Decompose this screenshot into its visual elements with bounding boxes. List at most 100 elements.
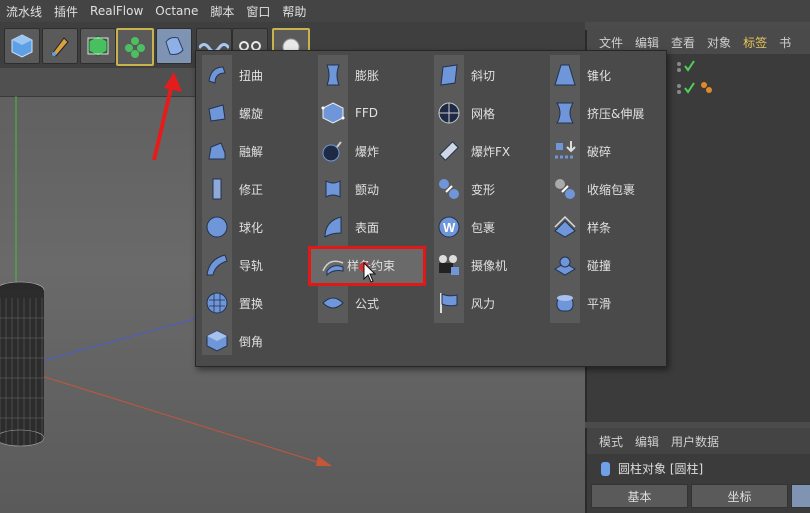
deformer-surface[interactable]: 表面 [319,211,429,243]
cloner-icon [125,37,145,58]
shrink-wrap-icon [551,175,579,203]
bomb-icon [319,137,347,165]
deformer-melt[interactable]: 融解 [203,135,313,167]
deformer-bevel[interactable]: 倒角 [203,325,313,357]
deformer-shatter[interactable]: 破碎 [551,135,661,167]
x-axis-arrow [316,456,332,466]
melt-icon [203,137,231,165]
tab-user-data[interactable]: 用户数据 [671,433,719,450]
sphere-icon [203,213,231,241]
rail-icon [203,251,231,279]
deformer-explosion-fx[interactable]: 爆炸FX [435,135,545,167]
deformer-spline[interactable]: 样条 [551,211,661,243]
deformer-jiggle[interactable]: 颤动 [319,173,429,205]
menu-help[interactable]: 帮助 [282,3,312,20]
attribute-manager-tabs: 模式 编辑 用户数据 [587,428,810,454]
tab-view[interactable]: 查看 [671,34,695,51]
deformer-bulge[interactable]: 膨胀 [319,59,429,91]
attribute-object-label: 圆柱对象 [圆柱] [618,462,704,476]
deformer-displacer[interactable]: 置换 [203,287,313,319]
deformer-formula[interactable]: 公式 [319,287,429,319]
cylinder-object [0,281,45,447]
deformer-dropdown: 扭曲 螺旋 融解 修正 球化 导轨 置换 倒角 膨胀 FFD 爆炸 颤动 表面 … [195,50,667,367]
shatter-icon [551,137,579,165]
pen-icon [51,37,69,57]
deformer-correction[interactable]: 修正 [203,173,313,205]
tab-attr-edit[interactable]: 编辑 [635,433,659,450]
deformer-smoothing[interactable]: 平滑 [551,287,661,319]
camera-icon [435,251,463,279]
smoothing-icon [551,289,579,317]
twist-icon [203,99,231,127]
tab-file[interactable]: 文件 [599,34,623,51]
tab-tags[interactable]: 标签 [743,34,767,51]
deformer-button[interactable] [156,28,192,64]
tab-coord[interactable]: 坐标 [691,484,788,508]
deformer-bend[interactable]: 扭曲 [203,59,313,91]
morph-icon [435,175,463,203]
wind-flag-icon [435,289,463,317]
menu-window[interactable]: 窗口 [246,3,276,20]
bend-icon [203,61,231,89]
deformer-icon [165,37,184,55]
ffd-icon [319,99,347,127]
shear-icon [435,61,463,89]
deformer-ffd[interactable]: FFD [319,97,429,129]
taper-icon [551,61,579,89]
deformer-squash-stretch[interactable]: 挤压&伸展 [551,97,661,129]
red-annotation-arrow [152,72,182,161]
subdivision-icon [87,35,109,57]
spline-icon [551,213,579,241]
subdivision-button[interactable] [80,28,116,64]
collision-icon [551,251,579,279]
tab-edit[interactable]: 编辑 [635,34,659,51]
deformer-shear[interactable]: 斜切 [435,59,545,91]
spline-wrap-icon [319,251,347,279]
wrap-icon: W [435,213,463,241]
mesh-icon [435,99,463,127]
attribute-manager: 模式 编辑 用户数据 圆柱对象 [圆柱] 基本 坐标 [585,428,810,513]
cursor-icon [359,261,377,283]
svg-text:W: W [443,220,456,235]
tab-extra[interactable] [791,484,810,508]
formula-icon [319,289,347,317]
displacer-icon [203,289,231,317]
tab-object[interactable]: 对象 [707,34,731,51]
tab-bookmarks[interactable]: 书 [779,34,791,51]
cube-button[interactable] [4,28,40,64]
z-axis-line [15,315,206,369]
menu-bar: 流水线 插件 RealFlow Octane 脚本 窗口 帮助 [0,0,810,22]
bulge-icon [319,61,347,89]
menu-realflow[interactable]: RealFlow [90,4,149,18]
deformer-shrink-wrap[interactable]: 收缩包裹 [551,173,661,205]
deformer-morph[interactable]: 变形 [435,173,545,205]
tnt-icon [435,137,463,165]
deformer-wrap[interactable]: W 包裹 [435,211,545,243]
tab-mode[interactable]: 模式 [599,433,623,450]
cube-icon [11,34,33,58]
deformer-rail[interactable]: 导轨 [203,249,313,281]
tag-icon[interactable] [699,80,715,96]
menu-octane[interactable]: Octane [155,4,204,18]
squash-icon [551,99,579,127]
cylinder-icon [601,461,610,476]
deformer-spherify[interactable]: 球化 [203,211,313,243]
surface-icon [319,213,347,241]
menu-pipeline[interactable]: 流水线 [6,3,48,20]
deformer-camera[interactable]: 摄像机 [435,249,545,281]
tab-basic[interactable]: 基本 [591,484,688,508]
jiggle-icon [319,175,347,203]
deformer-wind[interactable]: 风力 [435,287,545,319]
cloner-button[interactable] [116,28,154,66]
deformer-mesh[interactable]: 网格 [435,97,545,129]
pen-button[interactable] [42,28,78,64]
deformer-taper[interactable]: 锥化 [551,59,661,91]
bevel-icon [203,327,231,355]
menu-script[interactable]: 脚本 [210,3,240,20]
deformer-twist[interactable]: 螺旋 [203,97,313,129]
menu-plugins[interactable]: 插件 [54,3,84,20]
deformer-collision[interactable]: 碰撞 [551,249,661,281]
deformer-explosion[interactable]: 爆炸 [319,135,429,167]
x-axis-line [15,367,331,467]
correction-icon [203,175,231,203]
